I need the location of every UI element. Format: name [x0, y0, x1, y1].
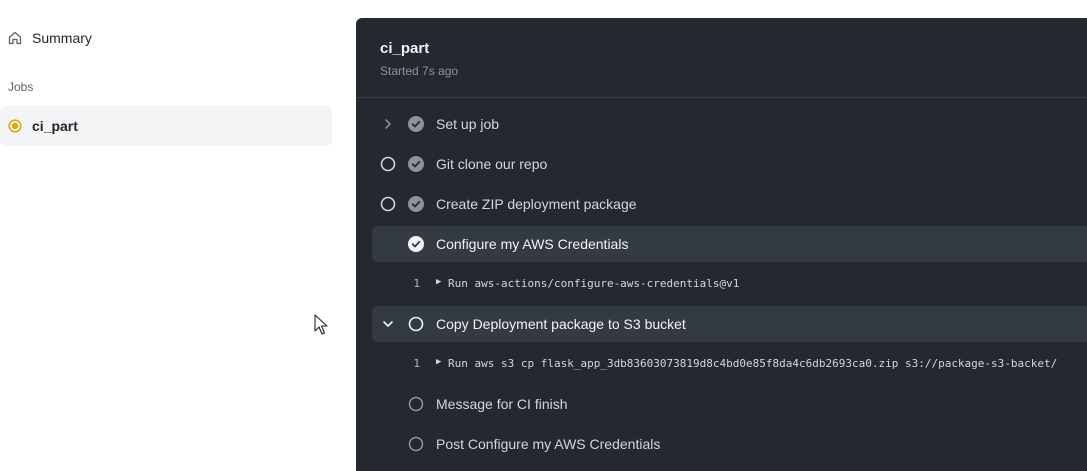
- mouse-pointer-icon: [314, 314, 328, 335]
- play-triangle-icon[interactable]: ▶: [436, 357, 441, 367]
- job-log-panel: ci_part Started 7s ago Set up job Git cl…: [356, 18, 1087, 471]
- summary-label: Summary: [32, 30, 92, 46]
- job-header: ci_part Started 7s ago: [356, 18, 1087, 98]
- check-circle-icon: [408, 236, 424, 252]
- jobs-heading: Jobs: [8, 80, 34, 94]
- log-line[interactable]: 1 ▶ Run aws-actions/configure-aws-creden…: [356, 272, 1087, 296]
- step-create-zip[interactable]: Create ZIP deployment package: [372, 186, 1087, 222]
- job-title: ci_part: [380, 40, 430, 57]
- spinner-icon: [380, 196, 396, 212]
- summary-link[interactable]: Summary: [7, 28, 92, 48]
- log-line-number: 1: [413, 277, 420, 290]
- job-name: ci_part: [32, 118, 78, 134]
- step-copy-to-s3[interactable]: Copy Deployment package to S3 bucket: [372, 306, 1087, 342]
- home-icon: [8, 31, 22, 45]
- step-set-up-job[interactable]: Set up job: [372, 106, 1087, 142]
- chevron-down-icon[interactable]: [380, 316, 396, 332]
- step-label: Post Configure my AWS Credentials: [436, 436, 661, 452]
- spinner-icon: [380, 156, 396, 172]
- step-label: Git clone our repo: [436, 156, 548, 172]
- log-line-number: 1: [413, 357, 420, 370]
- step-git-clone[interactable]: Git clone our repo: [372, 146, 1087, 182]
- job-started-time: Started 7s ago: [380, 64, 459, 78]
- sidebar-item-ci-part[interactable]: ci_part: [0, 106, 332, 146]
- pending-circle-icon: [408, 316, 424, 332]
- step-message-ci-finish[interactable]: Message for CI finish: [372, 386, 1087, 422]
- step-label: Message for CI finish: [436, 396, 568, 412]
- check-circle-icon: [408, 196, 424, 212]
- pending-circle-icon: [408, 396, 424, 412]
- in-progress-icon: [8, 119, 22, 133]
- log-command: Run aws s3 cp flask_app_3db83603073819d8…: [448, 357, 1058, 370]
- log-command: Run aws-actions/configure-aws-credential…: [448, 277, 740, 290]
- check-circle-icon: [408, 156, 424, 172]
- step-label: Set up job: [436, 116, 500, 132]
- step-label: Create ZIP deployment package: [436, 196, 637, 212]
- pending-circle-icon: [408, 436, 424, 452]
- step-label: Copy Deployment package to S3 bucket: [436, 316, 686, 332]
- step-configure-aws-credentials[interactable]: Configure my AWS Credentials: [372, 226, 1087, 262]
- chevron-right-icon[interactable]: [380, 116, 396, 132]
- log-line[interactable]: 1 ▶ Run aws s3 cp flask_app_3db836030738…: [356, 352, 1087, 376]
- sidebar: Summary Jobs ci_part: [0, 0, 340, 471]
- step-post-configure-aws[interactable]: Post Configure my AWS Credentials: [372, 426, 1087, 462]
- check-circle-icon: [408, 116, 424, 132]
- step-label: Configure my AWS Credentials: [436, 236, 629, 252]
- play-triangle-icon[interactable]: ▶: [436, 277, 441, 287]
